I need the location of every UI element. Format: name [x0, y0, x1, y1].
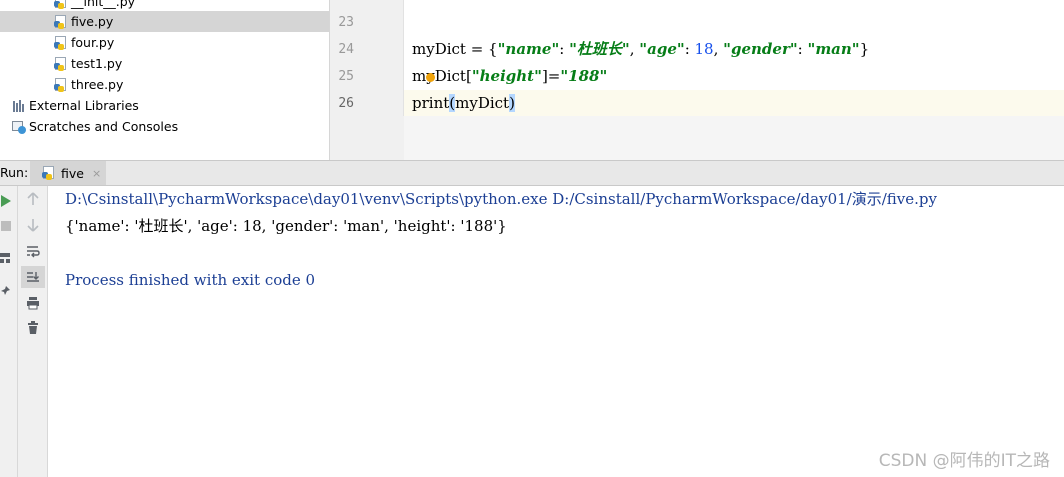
intention-bulb-icon[interactable]: [426, 72, 436, 82]
python-file-icon: [54, 77, 68, 92]
project-tree-panel: __init__.py five.py four.py test1.py thr…: [0, 0, 330, 160]
line-number: 25: [338, 69, 354, 84]
python-file-icon: [54, 0, 68, 9]
python-file-icon: [42, 166, 56, 180]
tree-item-label: Scratches and Consoles: [29, 119, 179, 134]
line-number: 26: [338, 96, 354, 111]
tree-item-label: External Libraries: [29, 98, 139, 113]
scratches-icon: [12, 120, 26, 134]
code-editor[interactable]: 23 24 25 26 myDict = {"name": "杜班长", "ag…: [330, 0, 1064, 160]
pin-icon[interactable]: [0, 282, 14, 300]
console-exit-line: Process finished with exit code 0: [65, 271, 316, 289]
console-output-line: {'name': '杜班长', 'age': 18, 'gender': 'ma…: [65, 217, 507, 235]
tree-item-three[interactable]: three.py: [54, 74, 123, 95]
python-file-icon: [54, 56, 68, 71]
code-line[interactable]: myDict["height"]="188": [404, 63, 1064, 90]
play-icon[interactable]: [0, 192, 18, 210]
arrow-down-icon[interactable]: [24, 216, 42, 234]
soft-wrap-icon[interactable]: [24, 242, 42, 260]
run-tab-five[interactable]: five ×: [30, 161, 106, 185]
library-icon: [12, 99, 26, 113]
python-file-icon: [54, 14, 68, 29]
tree-item-label: five.py: [71, 14, 114, 29]
tree-item-external-libraries[interactable]: External Libraries: [12, 95, 139, 116]
code-line[interactable]: [404, 9, 1064, 36]
print-icon[interactable]: [24, 294, 42, 312]
run-console[interactable]: D:\Csinstall\PycharmWorkspace\day01\venv…: [48, 186, 1064, 477]
run-label: Run:: [0, 165, 29, 180]
python-file-icon: [54, 35, 68, 50]
tree-item-five[interactable]: five.py: [0, 11, 329, 32]
scroll-to-end-icon[interactable]: [21, 266, 45, 288]
stop-icon[interactable]: [0, 217, 18, 235]
run-tool-window-header: Run: five ×: [0, 160, 1064, 186]
code-line-current[interactable]: print(myDict): [404, 90, 1064, 117]
tree-item-label: test1.py: [71, 56, 123, 71]
run-tab-label: five: [61, 165, 84, 181]
tree-item-four[interactable]: four.py: [54, 32, 114, 53]
trash-icon[interactable]: [24, 319, 42, 337]
console-command-line[interactable]: D:\Csinstall\PycharmWorkspace\day01\venv…: [65, 186, 937, 213]
line-number: 23: [338, 15, 354, 30]
arrow-up-icon[interactable]: [24, 190, 42, 208]
line-number: 24: [338, 42, 354, 57]
tree-item-label: three.py: [71, 77, 124, 92]
run-side-toolbar: [18, 186, 48, 477]
tree-item-label: four.py: [71, 35, 115, 50]
run-left-toolbar: [0, 186, 18, 477]
code-line[interactable]: myDict = {"name": "杜班长", "age": 18, "gen…: [404, 36, 1064, 63]
watermark: CSDN @阿伟的IT之路: [878, 451, 1050, 471]
close-icon[interactable]: ×: [92, 167, 101, 180]
layout-icon[interactable]: [0, 249, 14, 267]
tree-item-test1[interactable]: test1.py: [54, 53, 122, 74]
tree-item-scratches[interactable]: Scratches and Consoles: [12, 116, 178, 137]
